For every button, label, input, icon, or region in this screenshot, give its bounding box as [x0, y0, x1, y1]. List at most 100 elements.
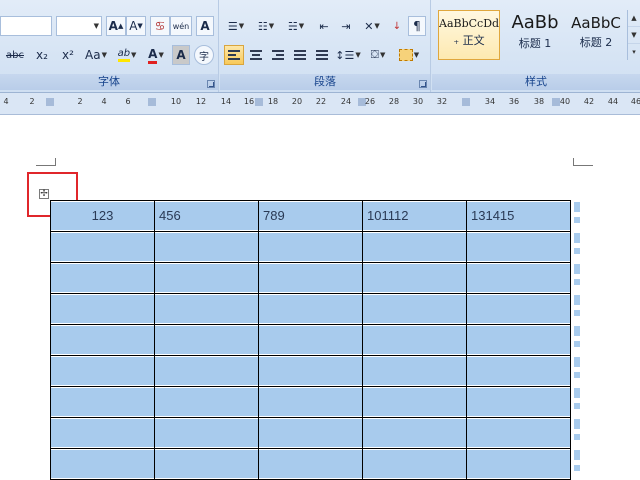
sort-button[interactable]: ↓	[388, 16, 406, 36]
style-heading-1[interactable]: AaBb 标题 1	[504, 10, 566, 60]
table-cell[interactable]	[50, 293, 155, 325]
chevron-down-icon[interactable]: ▼	[628, 27, 640, 44]
clear-format-button[interactable]: ♋	[150, 16, 170, 36]
table-row[interactable]	[50, 293, 571, 325]
align-right-button[interactable]	[268, 45, 288, 65]
table-cell[interactable]	[362, 386, 467, 418]
column-marker[interactable]	[462, 98, 470, 106]
table-cell[interactable]	[362, 417, 467, 449]
table-move-handle-icon[interactable]: ✢	[39, 189, 49, 199]
table-cell[interactable]	[154, 293, 259, 325]
font-dialog-launcher-icon[interactable]	[207, 80, 215, 88]
phonetic-guide-button[interactable]: wén	[170, 16, 192, 36]
bullets-button[interactable]: ☰ ▼	[222, 16, 250, 36]
table-cell[interactable]	[258, 448, 363, 480]
char-shading-button[interactable]: A	[172, 45, 190, 65]
table-cell[interactable]	[50, 262, 155, 294]
show-marks-button[interactable]: ¶	[408, 16, 426, 36]
borders-button[interactable]: ▼	[394, 45, 424, 65]
table-row[interactable]	[50, 355, 571, 387]
shading-button[interactable]: ⛋ ▼	[364, 45, 392, 65]
multilevel-list-button[interactable]: ☵ ▼	[282, 16, 310, 36]
chinese-layout-button[interactable]: ✕ ▼	[358, 16, 386, 36]
table-cell[interactable]	[466, 324, 571, 356]
align-center-button[interactable]	[246, 45, 266, 65]
table-cell[interactable]	[258, 324, 363, 356]
superscript-button[interactable]: x²	[56, 45, 80, 65]
style-normal[interactable]: AaBbCcDd ₊ 正文	[438, 10, 500, 60]
table-cell[interactable]	[258, 231, 363, 263]
horizontal-ruler[interactable]: 4 2 2 4 6 10 12 14 16 18 20 22 24 26 28 …	[0, 93, 640, 115]
table-row[interactable]	[50, 262, 571, 294]
table-cell[interactable]: 456	[154, 200, 259, 232]
table-cell[interactable]	[154, 355, 259, 387]
shrink-font-button[interactable]: A ▼	[126, 16, 146, 36]
chevron-up-icon[interactable]: ▲	[628, 10, 640, 27]
numbering-button[interactable]: ☷ ▼	[252, 16, 280, 36]
table-cell[interactable]	[466, 262, 571, 294]
table-cell[interactable]	[258, 417, 363, 449]
table-cell[interactable]	[154, 262, 259, 294]
column-marker[interactable]	[255, 98, 263, 106]
table-cell[interactable]	[50, 355, 155, 387]
table-cell[interactable]	[362, 262, 467, 294]
decrease-indent-button[interactable]: ⇤	[314, 16, 334, 36]
enclose-char-button[interactable]: 字	[194, 45, 214, 65]
font-name-combo[interactable]	[0, 16, 52, 36]
table-cell[interactable]: 131415	[466, 200, 571, 232]
table-row[interactable]	[50, 231, 571, 263]
table-cell[interactable]	[258, 293, 363, 325]
table-row[interactable]	[50, 386, 571, 418]
style-heading-2[interactable]: AaBbC 标题 2	[566, 10, 626, 60]
table-cell[interactable]	[466, 231, 571, 263]
subscript-button[interactable]: x₂	[30, 45, 54, 65]
more-icon[interactable]: ▾	[628, 44, 640, 60]
table-row[interactable]	[50, 448, 571, 480]
table-cell[interactable]: 789	[258, 200, 363, 232]
align-left-button[interactable]	[224, 45, 244, 65]
table-cell[interactable]	[154, 417, 259, 449]
grow-font-button[interactable]: A ▲	[106, 16, 126, 36]
table-cell[interactable]	[154, 231, 259, 263]
table-cell[interactable]	[258, 386, 363, 418]
font-color-button[interactable]: A ▼	[142, 45, 170, 65]
table-cell[interactable]	[466, 417, 571, 449]
change-case-button[interactable]: Aa ▼	[82, 45, 110, 65]
table-cell[interactable]	[466, 448, 571, 480]
table-cell[interactable]	[466, 293, 571, 325]
table-cell[interactable]	[362, 293, 467, 325]
line-spacing-button[interactable]: ↕☰ ▼	[334, 45, 362, 65]
table-cell[interactable]	[50, 231, 155, 263]
table-cell[interactable]: 101112	[362, 200, 467, 232]
table-row[interactable]	[50, 417, 571, 449]
char-border-button[interactable]: A	[196, 16, 214, 36]
highlight-button[interactable]: ab ▼	[112, 45, 142, 65]
table-cell[interactable]	[258, 355, 363, 387]
increase-indent-button[interactable]: ⇥	[336, 16, 356, 36]
table-cell[interactable]	[50, 386, 155, 418]
font-size-combo[interactable]: ▼	[56, 16, 102, 36]
table-cell[interactable]	[50, 324, 155, 356]
table-cell[interactable]	[258, 262, 363, 294]
left-indent-marker[interactable]	[46, 98, 54, 106]
table-cell[interactable]	[50, 448, 155, 480]
distributed-button[interactable]	[312, 45, 332, 65]
table-cell[interactable]	[362, 324, 467, 356]
justify-button[interactable]	[290, 45, 310, 65]
table-cell[interactable]	[154, 324, 259, 356]
paragraph-dialog-launcher-icon[interactable]	[419, 80, 427, 88]
table-cell[interactable]: 123	[50, 200, 155, 232]
table-row[interactable]: 123 456 789 101112 131415	[50, 200, 571, 232]
table-row[interactable]	[50, 324, 571, 356]
styles-gallery-scroll[interactable]: ▲ ▼ ▾	[627, 10, 640, 60]
strikethrough-button[interactable]: abc	[2, 45, 28, 65]
column-marker[interactable]	[552, 98, 560, 106]
table-cell[interactable]	[466, 355, 571, 387]
table-cell[interactable]	[362, 448, 467, 480]
table-cell[interactable]	[362, 231, 467, 263]
column-marker[interactable]	[148, 98, 156, 106]
table-cell[interactable]	[466, 386, 571, 418]
table-cell[interactable]	[154, 386, 259, 418]
table-cell[interactable]	[50, 417, 155, 449]
selected-table[interactable]: 123 456 789 101112 131415	[50, 200, 571, 480]
